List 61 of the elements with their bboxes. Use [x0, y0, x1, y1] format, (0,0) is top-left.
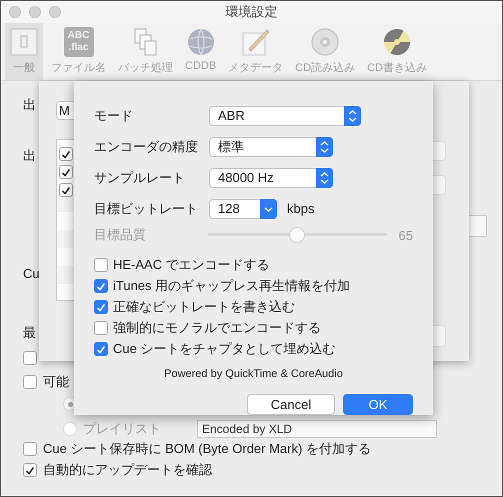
checkbox-label: 正確なビットレートを書き込む: [113, 298, 295, 316]
checkbox-label: 強制的にモノラルでエンコードする: [113, 318, 321, 336]
toolbar-tab[interactable]: CDDB: [181, 23, 220, 80]
field-label: 最: [23, 324, 36, 342]
radiation-icon: [382, 27, 412, 57]
checkbox[interactable]: [94, 278, 108, 292]
checkbox[interactable]: [59, 183, 73, 197]
popup-button[interactable]: ABR: [209, 106, 361, 126]
disc-icon: [310, 27, 340, 57]
credit-text: Powered by QuickTime & CoreAudio: [164, 368, 343, 380]
checkbox[interactable]: [59, 147, 73, 161]
radio-label: プレイリスト: [83, 420, 161, 438]
checkbox[interactable]: [94, 300, 108, 314]
cancel-button[interactable]: Cancel: [247, 394, 335, 415]
pencil-icon: [240, 27, 271, 57]
chevron-icon: [260, 198, 277, 218]
file-type-icon: ABC .flac: [64, 27, 94, 57]
text-field[interactable]: [467, 215, 487, 237]
field-label: モード: [94, 106, 134, 124]
checkbox[interactable]: [23, 463, 37, 477]
unit-label: kbps: [287, 201, 314, 216]
checkbox[interactable]: [23, 351, 37, 365]
field-label: 目標ビットレート: [94, 200, 199, 218]
field-label: 出: [23, 147, 36, 165]
slider-value: 65: [398, 228, 413, 242]
checkbox-label: Cue シートをチャプタとして埋め込む: [113, 340, 336, 358]
checkbox-label: 可能: [43, 373, 69, 391]
field-label: エンコーダの精度: [94, 138, 199, 156]
checkbox[interactable]: [94, 320, 108, 334]
window-control[interactable]: [9, 6, 21, 18]
toolbar-tab[interactable]: メタデータ: [224, 23, 288, 80]
globe-icon: [186, 27, 216, 57]
checkbox-label: iTunes 用のギャップレス再生情報を付加: [113, 276, 350, 294]
popup-button[interactable]: 標準: [209, 136, 333, 156]
stepper-icon: [316, 136, 333, 156]
window-title: 環境設定: [226, 3, 278, 21]
stepper-icon: [316, 168, 333, 188]
toolbar-tab[interactable]: 一般: [5, 23, 43, 80]
toolbar-tab[interactable]: バッチ処理: [114, 23, 177, 80]
field-label: Cu: [23, 266, 40, 280]
checkbox[interactable]: [94, 258, 108, 272]
checkbox[interactable]: [59, 165, 73, 179]
checkbox-label: Cue シート保存時に BOM (Byte Order Mark) を付加する: [43, 440, 371, 458]
toolbar-tab[interactable]: ABC .flac ファイル名: [47, 23, 110, 80]
window-control[interactable]: [49, 6, 61, 18]
checkbox-label: 自動的にアップデートを確認: [43, 461, 212, 479]
stepper-icon: [344, 106, 361, 126]
checkbox-label: HE-AAC でエンコードする: [113, 256, 270, 274]
window-control[interactable]: [29, 6, 41, 18]
checkbox[interactable]: [23, 375, 37, 389]
checkbox[interactable]: [23, 442, 37, 456]
popup-button[interactable]: 48000 Hz: [209, 168, 333, 188]
combo-box[interactable]: 128: [209, 198, 277, 218]
toolbar-tab[interactable]: CD書き込み: [363, 23, 431, 80]
field-label: 目標品質: [94, 226, 147, 244]
field-label: 出: [23, 96, 36, 114]
phone-icon: [9, 27, 39, 57]
field-label: サンプルレート: [94, 168, 186, 186]
checkbox[interactable]: [94, 342, 108, 356]
toolbar-tab[interactable]: CD読み込み: [291, 23, 360, 80]
ok-button[interactable]: OK: [343, 394, 413, 415]
